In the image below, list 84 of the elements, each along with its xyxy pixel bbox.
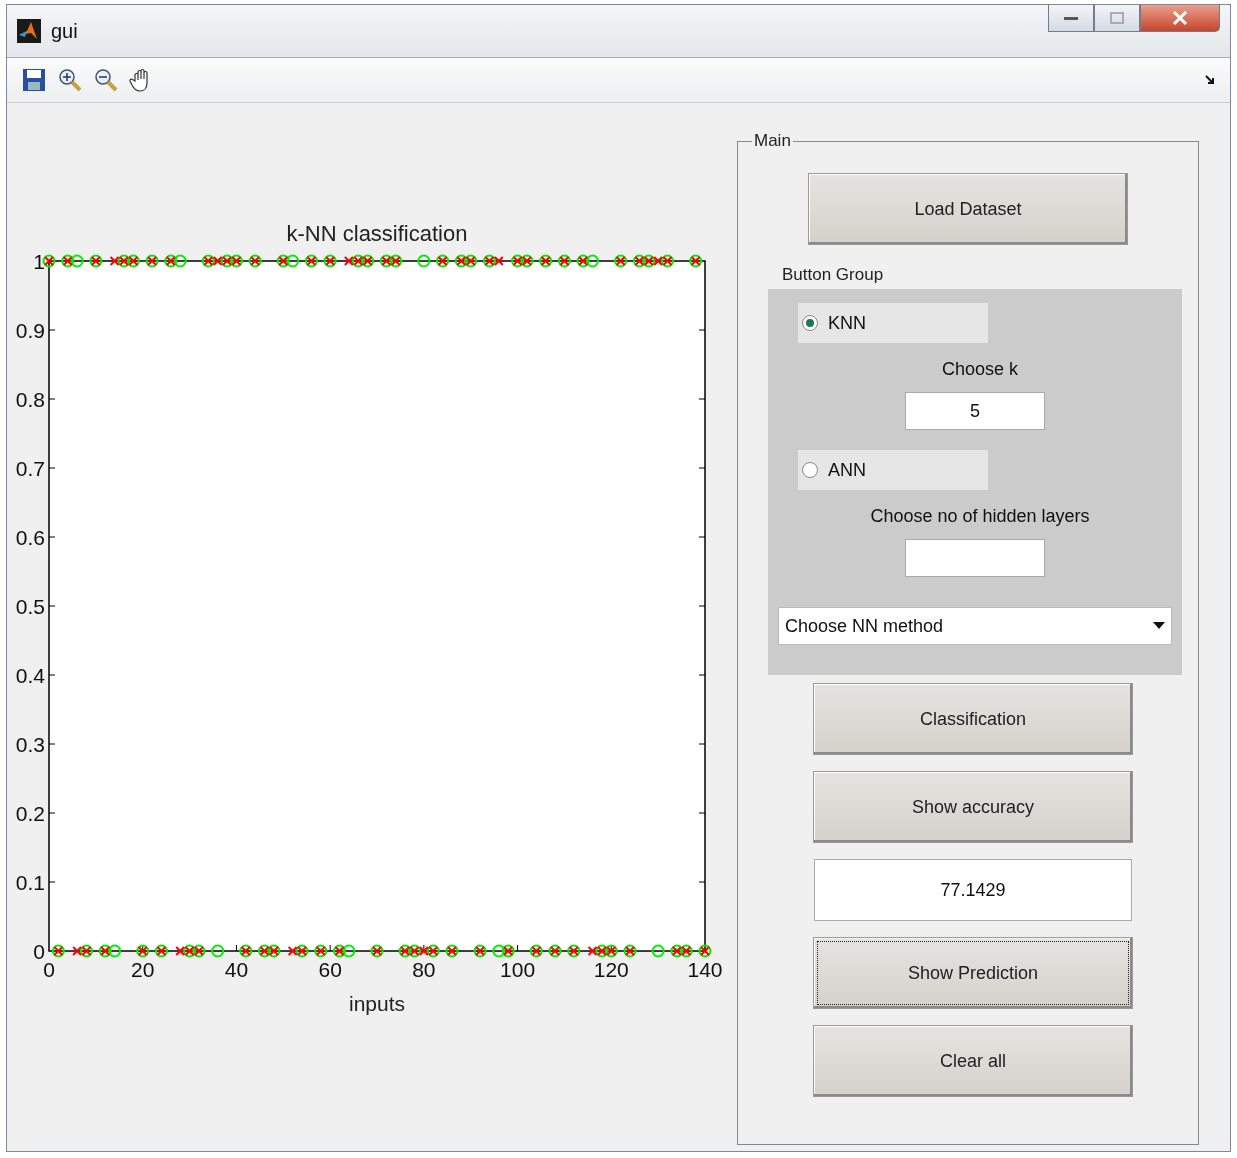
circle-marker (70, 254, 84, 268)
x-tick-label: 60 (318, 958, 342, 981)
y-tick: 0.2 (15, 802, 706, 825)
y-tick-label: 0.2 (15, 802, 45, 825)
cross-marker (212, 256, 223, 266)
save-icon[interactable] (21, 67, 47, 93)
chart-title: k-NN classification (286, 221, 468, 246)
x-tick-label: 40 (224, 958, 249, 981)
y-tick-label: 0.4 (15, 664, 46, 687)
x-tick: 20 (131, 944, 155, 981)
y-tick-label: 0.1 (15, 871, 45, 894)
cross-marker (653, 256, 664, 266)
radio-option[interactable]: ANN (798, 450, 988, 490)
group-title: Button Group (782, 265, 884, 285)
push-button[interactable]: Clear all (813, 1025, 1133, 1097)
y-tick: 0.6 (15, 526, 706, 549)
y-tick: 1 (33, 250, 45, 273)
dock-arrow-icon[interactable] (1204, 74, 1216, 86)
y-tick: 0.4 (15, 664, 706, 687)
circle-marker (651, 944, 665, 958)
circle-marker (492, 944, 506, 958)
y-tick: 0.7 (15, 457, 706, 480)
y-tick-label: 0.7 (15, 457, 45, 480)
cross-marker (418, 946, 429, 956)
app-logo-icon (17, 19, 41, 43)
y-tick-label: 0.8 (15, 388, 45, 411)
x-tick-label: 80 (412, 958, 436, 981)
y-tick-label: 0.5 (15, 595, 45, 618)
cross-marker (175, 946, 186, 956)
cross-marker (109, 256, 120, 266)
y-tick: 0.3 (15, 733, 706, 756)
zoom-in-icon[interactable] (57, 67, 83, 93)
window-title: gui (51, 19, 79, 43)
field-label: Choose k (941, 359, 1018, 380)
x-tick: 120 (593, 944, 629, 981)
x-tick: 0 (43, 958, 55, 981)
push-button[interactable]: Show accuracy (813, 771, 1133, 843)
caret-icon (1153, 622, 1165, 630)
push-button[interactable]: Classification (813, 683, 1133, 755)
x-tick: 80 (412, 944, 436, 981)
x-tick: 140 (687, 958, 723, 981)
y-tick: 0.1 (15, 871, 706, 894)
x-tick-label: 100 (500, 958, 536, 981)
circle-marker (173, 254, 187, 268)
close-button[interactable] (1140, 5, 1220, 32)
circle-marker (342, 944, 356, 958)
zoom-out-icon[interactable] (93, 67, 119, 93)
close-icon (1172, 11, 1188, 25)
push-button[interactable]: Load Dataset (808, 173, 1128, 245)
minimize-icon (1064, 15, 1078, 21)
panel-title: Main (753, 131, 792, 151)
y-tick: 0.8 (15, 388, 706, 411)
x-tick-label: 20 (131, 958, 155, 981)
x-tick: 100 (500, 944, 536, 981)
field-label: Choose no of hidden layers (870, 506, 1090, 527)
cross-marker (72, 946, 83, 956)
method-dropdown[interactable]: Choose NN method (778, 607, 1172, 645)
input-field[interactable]: 5 (905, 392, 1045, 430)
push-button[interactable]: Show Prediction (813, 937, 1133, 1009)
x-tick-label: 120 (593, 958, 629, 981)
y-tick-label: 0.9 (15, 319, 45, 342)
circle-marker (417, 254, 431, 268)
cross-marker (343, 256, 354, 266)
minimize-button[interactable] (1048, 5, 1094, 32)
y-tick: 0.5 (15, 595, 706, 618)
cross-marker (493, 256, 504, 266)
accuracy-value: 77.1429 (814, 859, 1132, 921)
maximize-button[interactable] (1094, 5, 1140, 32)
cross-marker (287, 946, 298, 956)
cross-marker (587, 946, 598, 956)
x-tick: 40 (224, 944, 249, 981)
circle-marker (108, 944, 122, 958)
y-tick-label: 0.3 (15, 733, 45, 756)
input-field[interactable] (905, 539, 1045, 577)
x-axis-label: inputs (349, 992, 405, 1015)
y-tick: 0.9 (15, 319, 706, 342)
maximize-icon (1110, 12, 1124, 24)
circle-marker (586, 254, 600, 268)
radio-option[interactable]: KNN (798, 303, 988, 343)
circle-marker (286, 254, 300, 268)
x-tick: 60 (318, 944, 342, 981)
y-tick-label: 0.6 (15, 526, 45, 549)
y-tick: 0 (33, 940, 45, 963)
circle-marker (211, 944, 225, 958)
